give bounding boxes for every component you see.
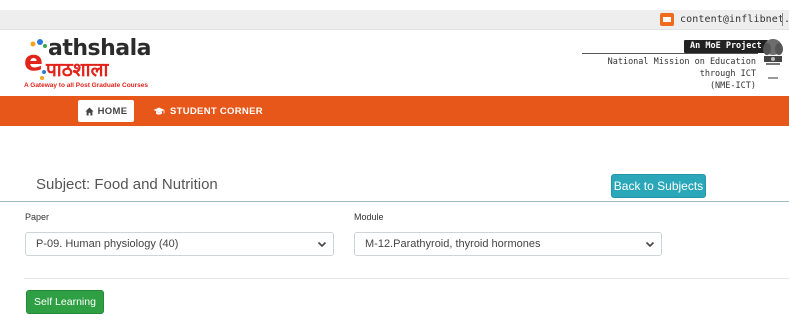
paper-select[interactable]: P-09. Human physiology (40)	[25, 232, 334, 256]
svg-text:e: e	[24, 44, 43, 77]
back-to-subjects-button[interactable]: Back to Subjects	[611, 174, 706, 198]
mission-text: National Mission on Education through IC…	[582, 56, 756, 92]
home-icon	[85, 106, 94, 116]
paper-label: Paper	[25, 212, 50, 222]
nav-home-label: HOME	[97, 105, 128, 117]
graduation-cap-icon	[153, 107, 165, 115]
self-learning-button[interactable]: Self Learning	[26, 290, 104, 314]
paper-selected-value: P-09. Human physiology (40)	[36, 238, 179, 250]
subject-divider	[0, 201, 789, 202]
form-divider	[24, 278, 789, 279]
nav-student-corner[interactable]: STUDENT CORNER	[153, 100, 263, 122]
contact-email[interactable]: content@inflibnet.ac.in	[680, 14, 789, 25]
module-select[interactable]: M-12.Parathyroid, thyroid hormones	[354, 232, 662, 256]
mission-line-1: National Mission on Education through IC…	[607, 57, 756, 79]
topbar-separator	[782, 13, 783, 26]
nav-home-button[interactable]: HOME	[78, 100, 134, 122]
logo-tagline: A Gateway to all Post Graduate Courses	[24, 82, 149, 89]
chevron-down-icon	[317, 241, 327, 248]
mail-icon	[660, 13, 674, 26]
moe-project-badge: An MoE Project	[684, 40, 768, 53]
nav-student-label: STUDENT CORNER	[170, 105, 263, 117]
national-emblem-icon	[763, 39, 783, 79]
module-selected-value: M-12.Parathyroid, thyroid hormones	[365, 238, 541, 250]
chevron-down-icon	[645, 241, 655, 248]
module-label: Module	[354, 212, 384, 222]
mission-line-2: (NME-ICT)	[709, 81, 756, 91]
badge-underline	[582, 53, 758, 54]
subject-title: Subject: Food and Nutrition	[36, 176, 218, 193]
logo-text-hindi: पाठशाला	[46, 59, 109, 81]
